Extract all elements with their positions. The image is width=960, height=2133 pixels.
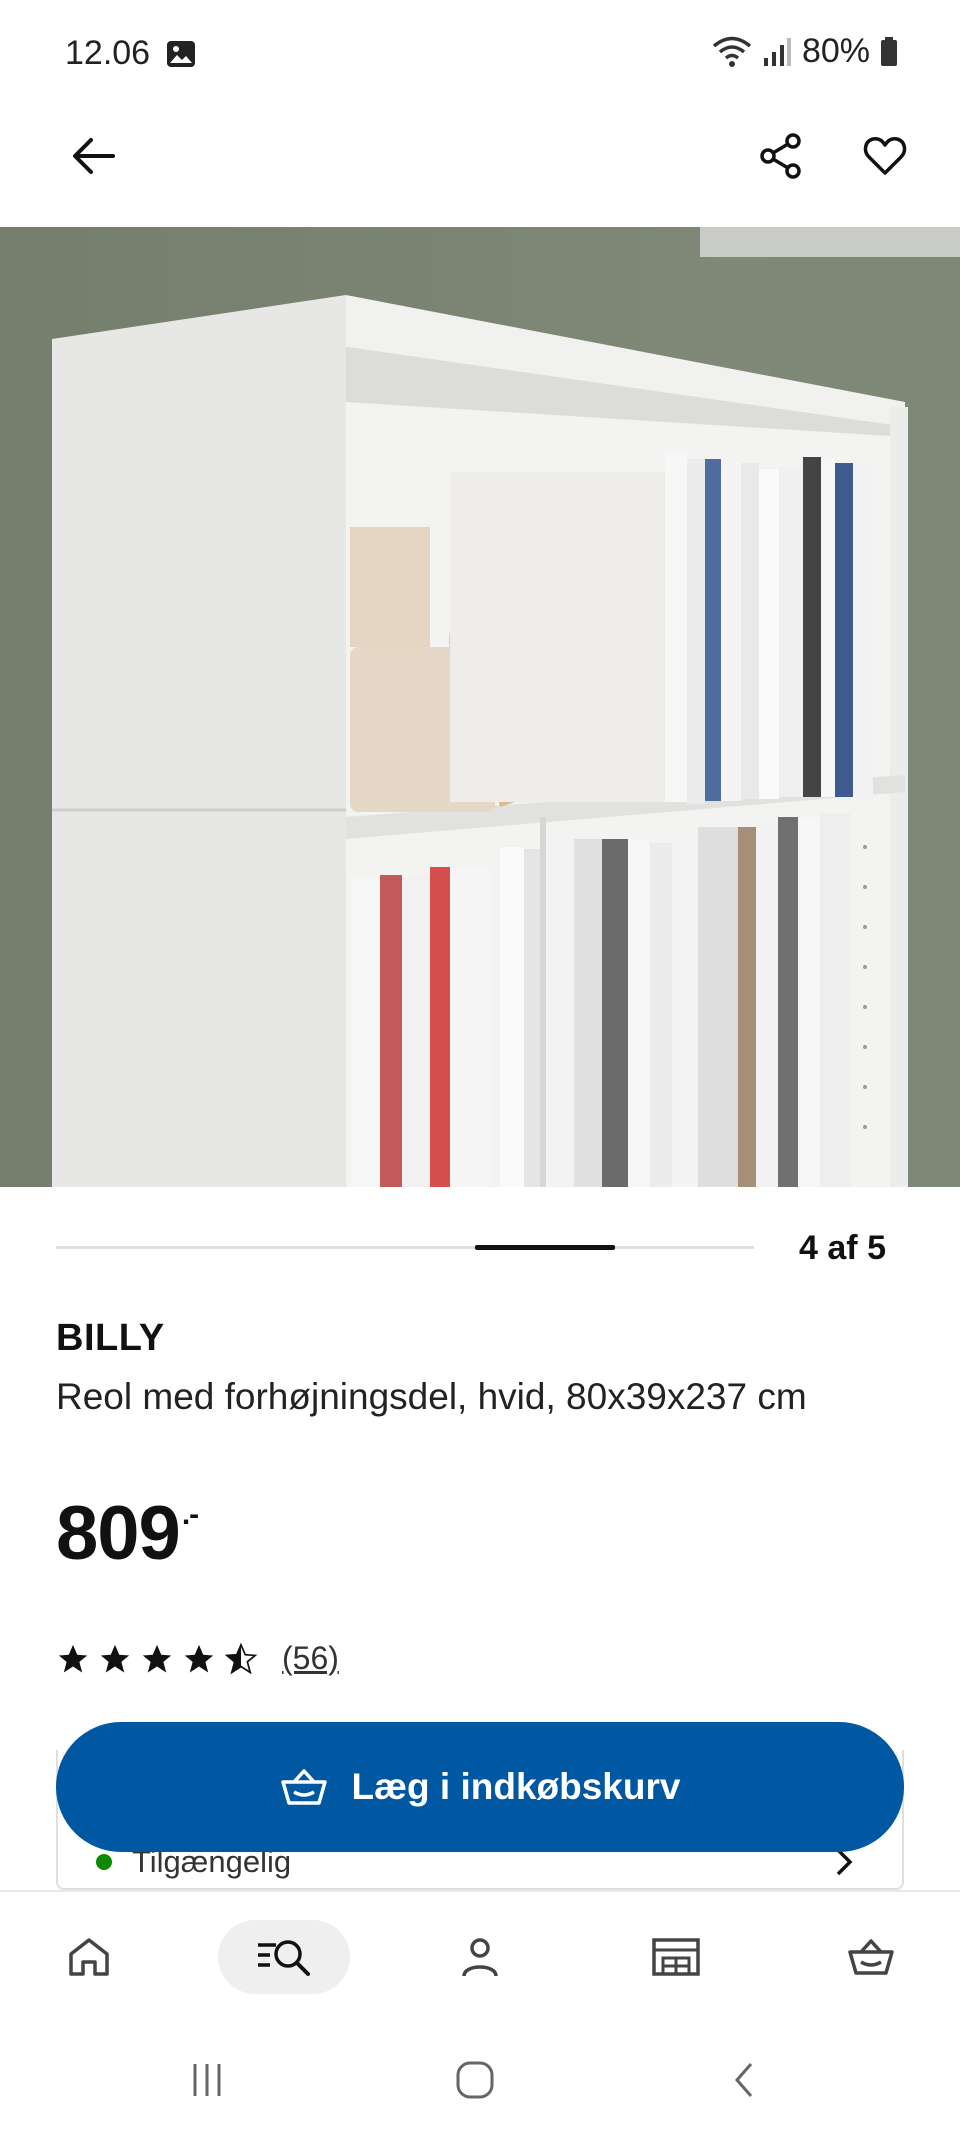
add-to-cart-button[interactable]: Læg i indkøbskurv <box>56 1722 904 1852</box>
wifi-icon <box>712 36 752 67</box>
nav-stores[interactable] <box>610 1920 742 1994</box>
profile-icon <box>462 1938 498 1977</box>
carousel-track <box>56 1245 754 1250</box>
review-count-link[interactable]: (56) <box>282 1640 339 1677</box>
image-carousel-indicator: 4 af 5 <box>56 1225 886 1271</box>
carousel-position <box>475 1245 615 1250</box>
product-price: 809.- <box>56 1490 199 1577</box>
back-system-icon <box>735 2063 753 2097</box>
share-icon <box>760 133 801 179</box>
nav-profile[interactable] <box>414 1920 546 1994</box>
home-system-button[interactable] <box>445 2050 505 2110</box>
recent-apps-icon <box>193 2064 221 2096</box>
signal-icon <box>763 37 791 66</box>
add-to-cart-label: Læg i indkøbskurv <box>351 1766 681 1807</box>
top-app-bar <box>0 105 960 227</box>
star-half-icon <box>224 1642 258 1674</box>
bookcase-illustration <box>0 227 960 1187</box>
product-image[interactable] <box>0 227 960 1187</box>
basket-icon <box>280 1769 327 1805</box>
star-filled-icon <box>100 1644 130 1672</box>
price-suffix: .- <box>181 1498 199 1531</box>
carousel-counter: 4 af 5 <box>799 1229 886 1267</box>
share-button[interactable] <box>745 120 817 192</box>
home-icon <box>69 1938 109 1976</box>
gallery-notification-icon <box>167 41 195 67</box>
nav-cart[interactable] <box>805 1920 937 1994</box>
back-system-button[interactable] <box>715 2050 775 2110</box>
star-filled-icon <box>142 1644 172 1672</box>
star-filled-icon <box>184 1644 214 1672</box>
battery-icon <box>881 36 897 66</box>
status-time: 12.06 <box>65 34 151 72</box>
star-filled-icon <box>58 1644 88 1672</box>
arrow-left-icon <box>73 138 115 174</box>
bottom-navigation <box>0 1890 960 2020</box>
availability-status-dot <box>96 1854 112 1870</box>
system-navigation-bar <box>0 2020 960 2133</box>
cart-icon <box>848 1939 894 1975</box>
search-icon <box>258 1940 310 1976</box>
recent-apps-button[interactable] <box>177 2050 237 2110</box>
price-value: 809 <box>56 1491 181 1576</box>
product-brand: BILLY <box>56 1317 165 1359</box>
favorite-button[interactable] <box>849 120 921 192</box>
store-icon <box>652 1938 700 1976</box>
home-system-icon <box>456 2061 494 2099</box>
back-button[interactable] <box>57 120 129 192</box>
battery-percent: 80% <box>801 32 870 70</box>
product-description: Reol med forhøjningsdel, hvid, 80x39x237… <box>56 1376 807 1417</box>
nav-home[interactable] <box>23 1920 155 1994</box>
status-bar: 12.06 80% <box>0 0 960 105</box>
nav-search[interactable] <box>218 1920 350 1994</box>
product-rating[interactable]: (56) <box>56 1640 339 1677</box>
heart-icon <box>863 137 907 175</box>
